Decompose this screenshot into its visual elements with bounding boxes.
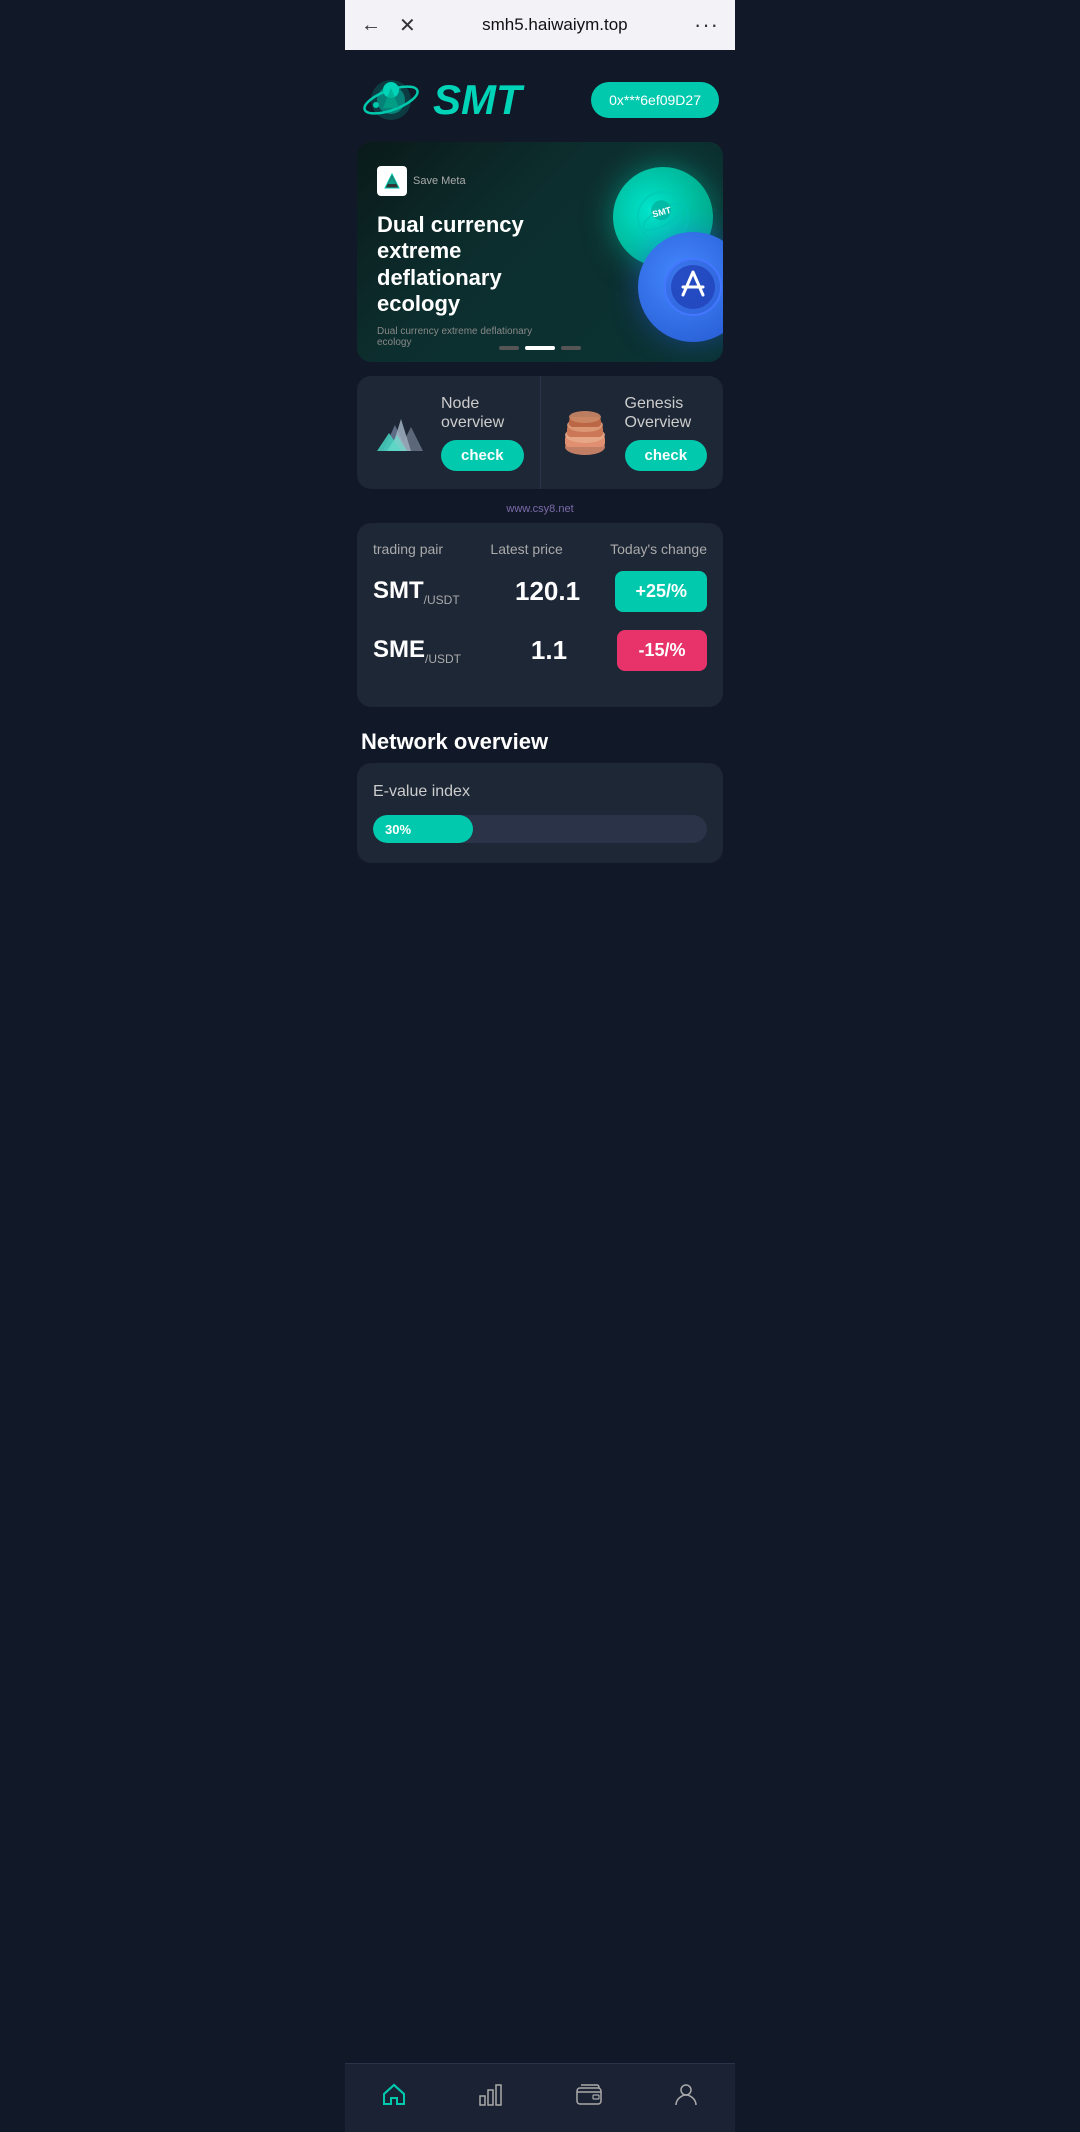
sme-price: 1.1 bbox=[461, 635, 617, 666]
node-overview-label: Node overview bbox=[441, 394, 524, 432]
progress-bar-fill: 30% bbox=[373, 815, 473, 843]
node-overview-card: Node overview check bbox=[357, 376, 541, 489]
wallet-badge[interactable]: 0x***6ef09D27 bbox=[591, 82, 719, 118]
nav-home[interactable] bbox=[360, 2076, 428, 2112]
node-overview-info: Node overview check bbox=[441, 394, 524, 471]
genesis-overview-label: Genesis Overview bbox=[625, 394, 708, 432]
node-check-button[interactable]: check bbox=[441, 440, 524, 471]
save-meta-logo: Save Meta bbox=[377, 166, 703, 196]
sme-pair: SME/USDT bbox=[373, 636, 461, 666]
layers-icon bbox=[557, 405, 613, 461]
back-button[interactable]: ← bbox=[361, 14, 381, 37]
genesis-check-button[interactable]: check bbox=[625, 440, 708, 471]
col-trading-pair: trading pair bbox=[373, 541, 443, 557]
col-latest-price: Latest price bbox=[490, 541, 562, 557]
wallet-icon bbox=[575, 2080, 603, 2108]
evalue-label: E-value index bbox=[373, 783, 707, 801]
banner-title: Dual currency extreme deflationary ecolo… bbox=[377, 212, 556, 318]
trading-row-smt: SMT/USDT 120.1 +25/% bbox=[373, 571, 707, 612]
smt-pair: SMT/USDT bbox=[373, 577, 460, 607]
col-todays-change: Today's change bbox=[610, 541, 707, 557]
banner-subtitle: Dual currency extreme deflationary ecolo… bbox=[377, 326, 556, 348]
browser-nav[interactable]: ← ✕ bbox=[361, 13, 416, 38]
genesis-overview-card: Genesis Overview check bbox=[541, 376, 723, 489]
save-meta-label: Save Meta bbox=[413, 175, 466, 187]
logo-icon bbox=[361, 70, 421, 130]
nav-chart[interactable] bbox=[457, 2076, 525, 2112]
browser-bar: ← ✕ smh5.haiwaiym.top ··· bbox=[345, 0, 735, 50]
smt-price: 120.1 bbox=[460, 576, 616, 607]
sme-change-badge: -15/% bbox=[617, 630, 707, 671]
logo-area: SMT bbox=[361, 70, 522, 130]
home-icon bbox=[380, 2080, 408, 2108]
nav-profile[interactable] bbox=[652, 2076, 720, 2112]
chart-icon bbox=[477, 2080, 505, 2108]
nav-wallet[interactable] bbox=[555, 2076, 623, 2112]
trading-section: trading pair Latest price Today's change… bbox=[357, 523, 723, 707]
logo-title: SMT bbox=[433, 76, 522, 124]
dot-3[interactable] bbox=[561, 346, 581, 350]
banner-section: Save Meta Dual currency extreme deflatio… bbox=[357, 142, 723, 362]
more-button[interactable]: ··· bbox=[694, 12, 719, 38]
close-button[interactable]: ✕ bbox=[399, 13, 416, 38]
trading-header: trading pair Latest price Today's change bbox=[373, 541, 707, 557]
watermark: www.csy8.net bbox=[345, 503, 735, 515]
dot-1[interactable] bbox=[499, 346, 519, 350]
save-meta-icon bbox=[377, 166, 407, 196]
bottom-nav bbox=[345, 2063, 735, 2132]
mountain-icon bbox=[373, 405, 429, 461]
progress-bar-background: 30% bbox=[373, 815, 707, 843]
overview-section: Node overview check Genesis Overvi bbox=[357, 376, 723, 489]
banner-dots bbox=[499, 346, 581, 350]
main-content: SMT 0x***6ef09D27 Save Meta Dual currenc… bbox=[345, 50, 735, 943]
browser-url: smh5.haiwaiym.top bbox=[428, 15, 682, 35]
smt-change-badge: +25/% bbox=[615, 571, 707, 612]
trading-row-sme: SME/USDT 1.1 -15/% bbox=[373, 630, 707, 671]
progress-label: 30% bbox=[385, 822, 411, 837]
profile-icon bbox=[672, 2080, 700, 2108]
header-section: SMT 0x***6ef09D27 bbox=[345, 50, 735, 142]
banner-content: Save Meta Dual currency extreme deflatio… bbox=[357, 142, 723, 362]
network-section: E-value index 30% bbox=[357, 763, 723, 863]
network-overview-title: Network overview bbox=[345, 715, 735, 763]
genesis-overview-info: Genesis Overview check bbox=[625, 394, 708, 471]
dot-2[interactable] bbox=[525, 346, 555, 350]
